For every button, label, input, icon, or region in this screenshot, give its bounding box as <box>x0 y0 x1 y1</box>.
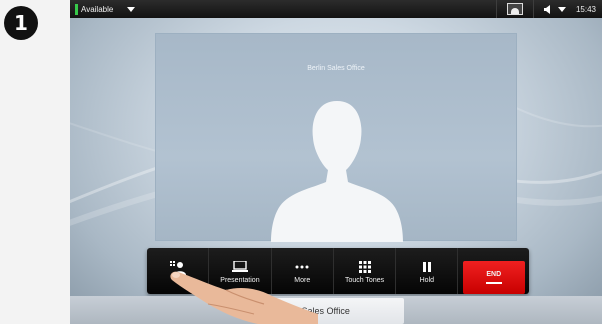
presence-indicator <box>75 3 78 15</box>
pause-icon <box>422 262 431 272</box>
clock: 15:43 <box>575 4 596 14</box>
end-call-icon <box>485 282 502 284</box>
hold-button[interactable]: Hold <box>396 248 459 294</box>
chevron-down-icon <box>557 6 566 12</box>
video-endpoint-screen: Available 15:43 Berlin Sales Office Pres… <box>70 0 602 324</box>
presence-status[interactable]: Available <box>81 5 113 14</box>
volume-control[interactable] <box>543 4 566 14</box>
end-call-button[interactable]: END <box>458 248 529 294</box>
selfview-icon[interactable] <box>506 3 523 15</box>
status-bar-right: 15:43 <box>495 0 596 18</box>
end-call-pill[interactable]: END <box>462 261 525 294</box>
status-bar: Available 15:43 <box>70 0 602 18</box>
step-number-badge: 1 <box>4 6 38 40</box>
speaker-icon <box>543 4 550 14</box>
step-number: 1 <box>14 11 28 35</box>
presence-dropdown-icon[interactable] <box>127 6 136 12</box>
touch-tones-button[interactable]: Touch Tones <box>334 248 397 294</box>
keypad-icon <box>358 261 371 273</box>
touch-tones-label: Touch Tones <box>344 277 385 284</box>
separator <box>532 0 534 18</box>
remote-participant-name: Berlin Sales Office <box>307 65 365 72</box>
end-call-label: END <box>486 271 502 278</box>
hold-label: Hold <box>419 277 435 284</box>
remote-video-panel: Berlin Sales Office <box>155 33 517 242</box>
page: 1 Available 15:43 Berlin Sales Office Pr… <box>0 0 602 324</box>
person-silhouette-icon <box>271 101 403 242</box>
separator <box>495 0 497 18</box>
pointing-hand-icon <box>170 271 318 324</box>
